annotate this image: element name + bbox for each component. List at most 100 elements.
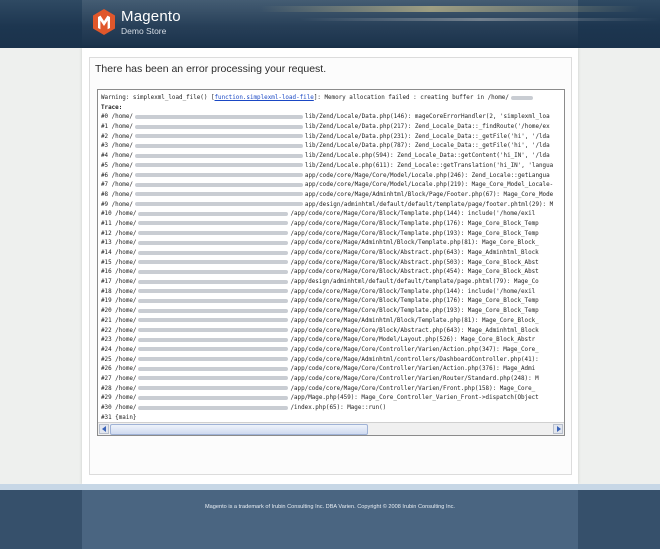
trace-frame-prefix: #27 /home/ [101, 375, 137, 382]
trace-frame-text: lib/Zend/Locale/Data.php(787): Zend_Loca… [304, 143, 550, 150]
redacted-path [134, 114, 303, 119]
trace-line: #5 /home/lib/Zend/Locale.php(611): Zend_… [101, 162, 561, 172]
trace-frame-text: /app/code/core/Mage/Core/Block/Template.… [290, 298, 539, 305]
trace-frame-prefix: #29 /home/ [101, 395, 137, 402]
trace-frame-text: lib/Zend/Locale.php(594): Zend_Locale_Da… [304, 153, 550, 160]
trace-frame-prefix: #24 /home/ [101, 346, 137, 353]
trace-line: #9 /home/app/design/adminhtml/default/de… [101, 201, 561, 211]
redacted-path [134, 143, 303, 148]
trace-frame-prefix: #30 /home/ [101, 405, 137, 411]
trace-frame-prefix: #4 /home/ [101, 153, 133, 160]
trace-line: #27 /home/ /app/code/core/Mage/Core/Contr… [101, 375, 561, 385]
magento-logo-icon [93, 9, 115, 35]
redacted-path [138, 347, 289, 352]
redacted-path [134, 202, 303, 207]
redacted-path [134, 173, 303, 177]
trace-frame-prefix: #16 /home/ [101, 269, 137, 276]
scroll-right-button[interactable] [553, 424, 563, 434]
arrow-right-icon [557, 426, 561, 432]
redacted-path [138, 308, 289, 313]
scroll-left-button[interactable] [99, 424, 109, 434]
redacted-path [138, 395, 289, 400]
warning-prefix: Warning: simplexml_load_file() [ [101, 95, 215, 101]
trace-frame-prefix: #17 /home/ [101, 279, 137, 286]
trace-frame-text: /app/code/core/Mage/Core/Block/Abstract.… [290, 327, 539, 334]
trace-frame-prefix: #21 /home/ [101, 317, 137, 324]
redacted-path [138, 260, 289, 265]
trace-frame-prefix: #11 /home/ [101, 220, 137, 227]
trace-frame-text: /app/code/core/Mage/Adminhtml/Block/Temp… [290, 317, 539, 324]
redacted-path [138, 298, 289, 303]
trace-frame-prefix: #13 /home/ [101, 240, 137, 247]
trace-frame-text: app/code/core/Mage/Core/Model/Locale.php… [304, 172, 550, 179]
redacted-path [138, 269, 289, 274]
trace-frame-prefix: #19 /home/ [101, 298, 137, 305]
redacted-path [138, 376, 289, 381]
redacted-path [138, 357, 289, 362]
trace-frame-prefix: #25 /home/ [101, 356, 137, 363]
function-doc-link[interactable]: function.simplexml-load-file [215, 95, 314, 101]
trace-frame-prefix: #26 /home/ [101, 366, 137, 373]
trace-frame-prefix: #5 /home/ [101, 162, 133, 169]
trace-frame-prefix: #15 /home/ [101, 259, 137, 266]
trace-line: #10 /home/ /app/code/core/Mage/Core/Block… [101, 210, 561, 220]
trace-frame-text: /app/code/core/Mage/Adminhtml/controller… [290, 356, 539, 363]
magento-logo[interactable]: Magento Demo Store [93, 7, 253, 41]
redacted-path [134, 134, 303, 139]
footer-copyright: Magento is a trademark of Irubin Consult… [205, 504, 455, 510]
redacted-path [138, 337, 289, 342]
trace-line-main: #31 {main} [101, 414, 137, 421]
trace-label-text: Trace: [101, 104, 123, 111]
trace-frame-prefix: #28 /home/ [101, 385, 137, 392]
trace-frame-text: lib/Zend/Locale.php(611): Zend_Locale::g… [304, 162, 554, 169]
redacted-path [138, 386, 289, 391]
trace-content: Warning: simplexml_load_file() [function… [101, 94, 561, 421]
trace-frame-text: lib/Zend/Locale/Data.php(217): Zend_Loca… [304, 124, 550, 131]
trace-frame-prefix: #22 /home/ [101, 327, 137, 334]
trace-line: #18 /home/ /app/code/core/Mage/Core/Block… [101, 288, 561, 298]
logo-name: Magento [121, 8, 181, 25]
trace-line: #0 /home/lib/Zend/Locale/Data.php(146): … [101, 113, 561, 123]
redacted-path [138, 211, 289, 216]
trace-line: #11 /home/ /app/code/core/Mage/Core/Block… [101, 220, 561, 230]
trace-frame-text: /app/code/core/Mage/Core/Controller/Vari… [290, 366, 536, 373]
footer-column [82, 490, 578, 549]
redacted-path [138, 221, 289, 226]
trace-line: #29 /home/ /app/Mage.php(459): Mage_Core_… [101, 394, 561, 404]
redacted-path [134, 182, 303, 187]
redacted-path [134, 163, 303, 168]
trace-frame-text: /app/code/core/Mage/Core/Block/Abstract.… [290, 269, 539, 276]
trace-frame-text: /app/code/core/Mage/Core/Block/Abstract.… [290, 259, 539, 266]
trace-frame-text: /app/code/core/Mage/Core/Block/Template.… [290, 230, 539, 237]
trace-frame-text: /app/code/core/Mage/Core/Controller/Vari… [290, 375, 539, 382]
header-light-streak [258, 6, 642, 12]
trace-frame-text: app/design/adminhtml/default/default/tem… [304, 201, 554, 208]
trace-line: #8 /home/app/code/core/Mage/Adminhtml/Bl… [101, 191, 561, 201]
site-header: Magento Demo Store [0, 0, 660, 48]
trace-frame-text: /app/design/adminhtml/default/default/te… [290, 279, 539, 286]
redacted-path [138, 405, 289, 410]
page-title: There has been an error processing your … [95, 63, 327, 75]
trace-frame-text: app/code/core/Mage/Core/Model/Locale.php… [304, 182, 554, 189]
redacted-path [510, 95, 533, 100]
trace-frame-text: lib/Zend/Locale/Data.php(231): Zend_Loca… [304, 133, 550, 140]
trace-line: #7 /home/app/code/core/Mage/Core/Model/L… [101, 181, 561, 191]
scroll-thumb[interactable] [110, 424, 368, 435]
redacted-path [138, 279, 289, 284]
trace-frame-text: /app/code/core/Mage/Core/Model/Layout.ph… [290, 337, 536, 344]
trace-frame-text: /app/code/core/Mage/Core/Block/Abstract.… [290, 250, 539, 256]
trace-line: #28 /home/ /app/code/core/Mage/Core/Contr… [101, 385, 561, 395]
error-trace-box[interactable]: Warning: simplexml_load_file() [function… [97, 89, 565, 436]
trace-frame-text: /app/code/core/Mage/Core/Block/Template.… [290, 211, 536, 218]
trace-frame-text: /app/code/core/Mage/Core/Block/Template.… [290, 288, 536, 295]
trace-frame-text: /app/code/core/Mage/Core/Controller/Vari… [290, 385, 536, 392]
horizontal-scrollbar[interactable] [98, 422, 564, 435]
trace-line: #16 /home/ /app/code/core/Mage/Core/Block… [101, 268, 561, 278]
trace-line: #13 /home/ /app/code/core/Mage/Adminhtml/… [101, 239, 561, 249]
redacted-path [138, 318, 289, 323]
trace-frame-text: lib/Zend/Locale/Data.php(146): mageCoreE… [304, 114, 550, 121]
redacted-path [138, 250, 289, 255]
trace-frame-text: /app/code/core/Mage/Adminhtml/Block/Temp… [290, 240, 539, 247]
trace-line: #24 /home/ /app/code/core/Mage/Core/Contr… [101, 346, 561, 356]
trace-frame-text: app/code/core/Mage/Adminhtml/Block/Page/… [304, 191, 554, 198]
